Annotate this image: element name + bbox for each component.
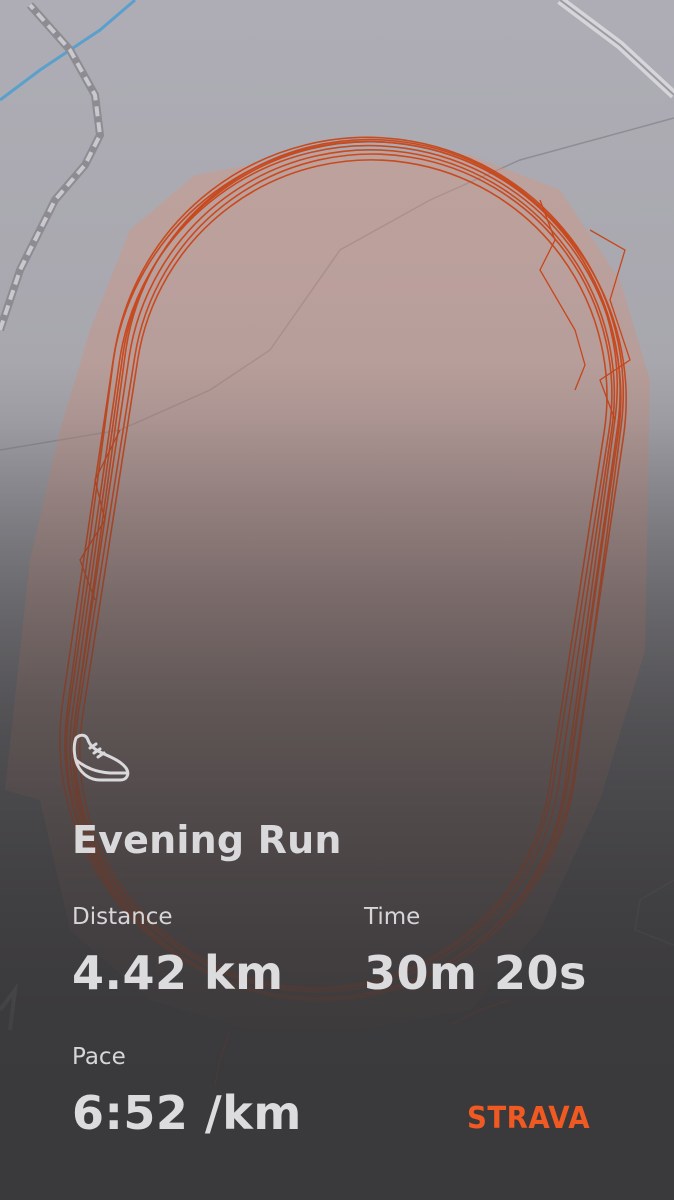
- time-label: Time: [364, 904, 421, 930]
- activity-title: Evening Run: [72, 818, 342, 862]
- time-value: 30m 20s: [364, 946, 587, 1000]
- pace-value: 6:52 /km: [72, 1086, 302, 1140]
- strava-logo: STRAVA: [467, 1101, 591, 1136]
- running-shoe-icon: [70, 728, 132, 788]
- distance-label: Distance: [72, 904, 173, 930]
- distance-value: 4.42 km: [72, 946, 284, 1000]
- map-background: [0, 0, 674, 1200]
- pace-label: Pace: [72, 1044, 126, 1070]
